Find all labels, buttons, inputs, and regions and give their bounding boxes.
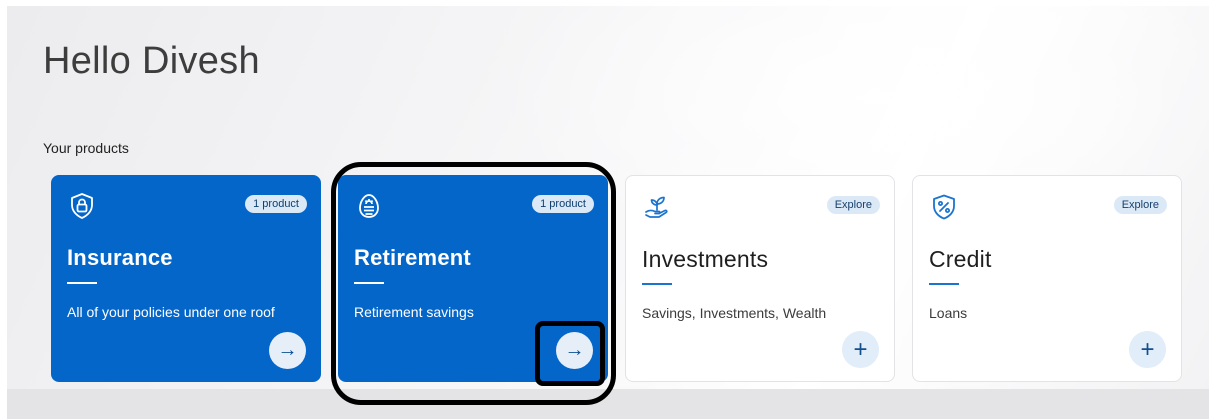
- arrow-right-button[interactable]: →: [269, 332, 306, 369]
- product-count-badge: 1 product: [245, 195, 307, 213]
- title-underline: [929, 283, 959, 285]
- add-button[interactable]: +: [842, 331, 879, 368]
- page-greeting: Hello Divesh: [43, 40, 260, 82]
- product-count-badge: 1 product: [532, 195, 594, 213]
- product-card-insurance[interactable]: 1 product Insurance All of your policies…: [51, 175, 321, 382]
- card-subtitle: Savings, Investments, Wealth: [642, 305, 827, 321]
- section-label: Your products: [43, 140, 129, 156]
- retirement-egg-icon: [355, 192, 383, 220]
- card-title: Insurance: [67, 245, 173, 270]
- percent-shield-icon: [930, 193, 958, 221]
- add-button[interactable]: +: [1129, 331, 1166, 368]
- shield-lock-icon: [68, 192, 96, 220]
- card-title: Investments: [642, 246, 769, 272]
- card-subtitle: All of your policies under one roof: [67, 304, 275, 320]
- plant-hand-icon: [643, 193, 671, 221]
- title-underline: [354, 282, 384, 284]
- product-card-investments[interactable]: Explore Investments Savings, Investments…: [625, 175, 895, 382]
- explore-badge[interactable]: Explore: [826, 196, 880, 214]
- product-card-retirement[interactable]: 1 product Retirement Retirement savings …: [338, 175, 608, 382]
- card-subtitle: Loans: [929, 305, 968, 321]
- title-underline: [642, 283, 672, 285]
- card-subtitle: Retirement savings: [354, 304, 474, 320]
- card-title: Credit: [929, 246, 992, 272]
- arrow-right-button[interactable]: →: [556, 332, 593, 369]
- title-underline: [67, 282, 97, 284]
- bottom-strip: [7, 389, 1209, 419]
- explore-badge[interactable]: Explore: [1113, 196, 1167, 214]
- product-card-credit[interactable]: Explore Credit Loans +: [912, 175, 1182, 382]
- card-title: Retirement: [354, 245, 471, 270]
